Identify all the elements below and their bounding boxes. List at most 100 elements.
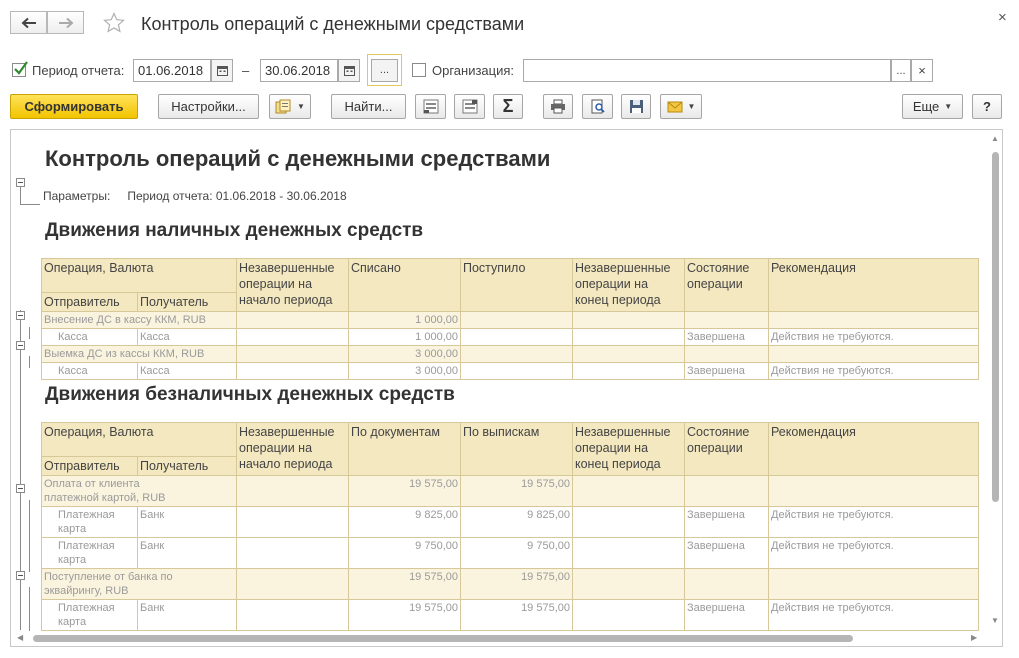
horizontal-scrollbar[interactable]: ◀ ▶ bbox=[11, 630, 988, 646]
period-label: Период отчета: bbox=[32, 63, 125, 78]
cell-received bbox=[460, 345, 573, 363]
date-from-calendar-button[interactable] bbox=[211, 59, 233, 82]
header-recommendation: Рекомендация bbox=[768, 258, 979, 312]
cell-by-statements: 9 750,00 bbox=[460, 537, 573, 569]
table-row[interactable]: Платежная карта Банк 9 750,00 9 750,00 З… bbox=[41, 537, 979, 569]
cell-state: Завершена bbox=[684, 506, 769, 538]
scroll-down-icon[interactable]: ▼ bbox=[991, 616, 999, 625]
header-written-off: Списано bbox=[348, 258, 461, 312]
cell-by-documents: 9 750,00 bbox=[348, 537, 461, 569]
printer-icon bbox=[551, 99, 565, 114]
tree-line bbox=[29, 356, 30, 368]
date-range-dash: – bbox=[242, 63, 250, 78]
scroll-left-icon[interactable]: ◀ bbox=[17, 633, 23, 642]
cell-pending-end bbox=[572, 537, 685, 569]
horizontal-scroll-thumb[interactable] bbox=[33, 635, 853, 642]
table-row[interactable]: Платежная карта Банк 19 575,00 19 575,00… bbox=[41, 599, 979, 631]
expand-groups-button[interactable] bbox=[454, 94, 485, 119]
favorite-star-icon[interactable] bbox=[103, 12, 125, 34]
report-parameters: Параметры: Период отчета: 01.06.2018 - 30… bbox=[43, 189, 364, 203]
cell-pending-start bbox=[236, 599, 349, 631]
cell-by-documents: 9 825,00 bbox=[348, 506, 461, 538]
cell-received bbox=[460, 328, 573, 346]
vertical-scroll-thumb[interactable] bbox=[992, 152, 999, 502]
print-button[interactable] bbox=[543, 94, 573, 119]
find-button[interactable]: Найти... bbox=[331, 94, 406, 119]
organization-select-button[interactable]: ... bbox=[891, 59, 911, 82]
generate-button[interactable]: Сформировать bbox=[10, 94, 138, 119]
cell-state bbox=[684, 345, 769, 363]
cell-sender: Платежная карта bbox=[41, 537, 138, 569]
table-row-group[interactable]: Поступление от банка по эквайрингу, RUB … bbox=[41, 568, 979, 600]
chevron-down-icon: ▼ bbox=[297, 102, 305, 111]
settings-button[interactable]: Настройки... bbox=[158, 94, 259, 119]
back-button[interactable] bbox=[10, 11, 47, 34]
organization-field[interactable] bbox=[523, 59, 891, 82]
table-row[interactable]: Платежная карта Банк 9 825,00 9 825,00 З… bbox=[41, 506, 979, 538]
collapse-group-icon[interactable] bbox=[16, 311, 25, 320]
header-state: Состояние операции bbox=[684, 258, 769, 312]
save-button[interactable] bbox=[621, 94, 651, 119]
tree-line bbox=[29, 587, 30, 631]
date-from-field[interactable]: 01.06.2018 bbox=[133, 59, 211, 82]
table-row-group[interactable]: Внесение ДС в кассу ККМ, RUB 1 000,00 bbox=[41, 311, 979, 329]
cell-by-statements: 19 575,00 bbox=[460, 599, 573, 631]
period-checkbox[interactable] bbox=[12, 61, 28, 77]
collapse-group-icon[interactable] bbox=[16, 571, 25, 580]
header-pending-end: Незавершенные операции на конец периода bbox=[572, 422, 685, 476]
date-to-field[interactable]: 30.06.2018 bbox=[260, 59, 338, 82]
more-menu-button[interactable]: Еще ▼ bbox=[902, 94, 963, 119]
variants-dropdown-button[interactable]: ▼ bbox=[269, 94, 311, 119]
forward-button[interactable] bbox=[47, 11, 84, 34]
header-recommendation: Рекомендация bbox=[768, 422, 979, 476]
date-to-calendar-button[interactable] bbox=[338, 59, 360, 82]
cell-pending-end bbox=[572, 568, 685, 600]
organization-checkbox[interactable] bbox=[412, 63, 426, 77]
cell-by-documents: 19 575,00 bbox=[348, 568, 461, 600]
cell-recommendation: Действия не требуются. bbox=[768, 362, 979, 380]
scroll-right-icon[interactable]: ▶ bbox=[971, 633, 977, 642]
collapse-group-icon[interactable] bbox=[16, 484, 25, 493]
more-menu-label: Еще bbox=[912, 99, 940, 114]
table-row[interactable]: Касса Касса 3 000,00 Завершена Действия … bbox=[41, 362, 979, 380]
scroll-up-icon[interactable]: ▲ bbox=[991, 134, 999, 143]
print-preview-button[interactable] bbox=[582, 94, 613, 119]
table-row-group[interactable]: Оплата от клиента платежной картой, RUB … bbox=[41, 475, 979, 507]
collapse-header-group-icon[interactable] bbox=[16, 178, 25, 187]
cell-received bbox=[460, 311, 573, 329]
cell-written-off: 1 000,00 bbox=[348, 328, 461, 346]
table-row-group[interactable]: Выемка ДС из кассы ККМ, RUB 3 000,00 bbox=[41, 345, 979, 363]
collapse-group-icon[interactable] bbox=[16, 341, 25, 350]
cell-pending-end bbox=[572, 362, 685, 380]
header-by-statements: По выпискам bbox=[460, 422, 573, 476]
cell-pending-start bbox=[236, 568, 349, 600]
tree-line bbox=[20, 187, 21, 204]
header-operation: Операция, Валюта bbox=[41, 258, 237, 293]
organization-clear-button[interactable]: × bbox=[911, 59, 933, 82]
cell-by-statements: 9 825,00 bbox=[460, 506, 573, 538]
sum-button[interactable]: Σ bbox=[493, 94, 523, 119]
cell-recommendation: Действия не требуются. bbox=[768, 506, 979, 538]
checkmark-icon bbox=[14, 61, 28, 75]
send-email-dropdown-button[interactable]: ▼ bbox=[660, 94, 702, 119]
cell-state bbox=[684, 475, 769, 507]
cell-by-documents: 19 575,00 bbox=[348, 599, 461, 631]
cell-pending-end bbox=[572, 328, 685, 346]
close-icon[interactable]: × bbox=[998, 10, 1007, 26]
cell-receiver: Банк bbox=[137, 506, 237, 538]
cell-written-off: 1 000,00 bbox=[348, 311, 461, 329]
cell-by-statements: 19 575,00 bbox=[460, 568, 573, 600]
tree-line bbox=[29, 500, 30, 572]
cell-sender: Платежная карта bbox=[41, 506, 138, 538]
cell-sender: Касса bbox=[41, 362, 138, 380]
header-receiver: Получатель bbox=[137, 292, 237, 312]
period-select-button[interactable]: ... bbox=[371, 58, 398, 82]
table-row[interactable]: Касса Касса 1 000,00 Завершена Действия … bbox=[41, 328, 979, 346]
collapse-groups-icon bbox=[423, 99, 438, 114]
collapse-groups-button[interactable] bbox=[415, 94, 446, 119]
report-document[interactable]: Контроль операций с денежными средствами… bbox=[10, 129, 1003, 647]
vertical-scrollbar[interactable]: ▲ ▼ bbox=[988, 130, 1002, 630]
cell-pending-start bbox=[236, 475, 349, 507]
cell-pending-start bbox=[236, 311, 349, 329]
help-button[interactable]: ? bbox=[972, 94, 1002, 119]
